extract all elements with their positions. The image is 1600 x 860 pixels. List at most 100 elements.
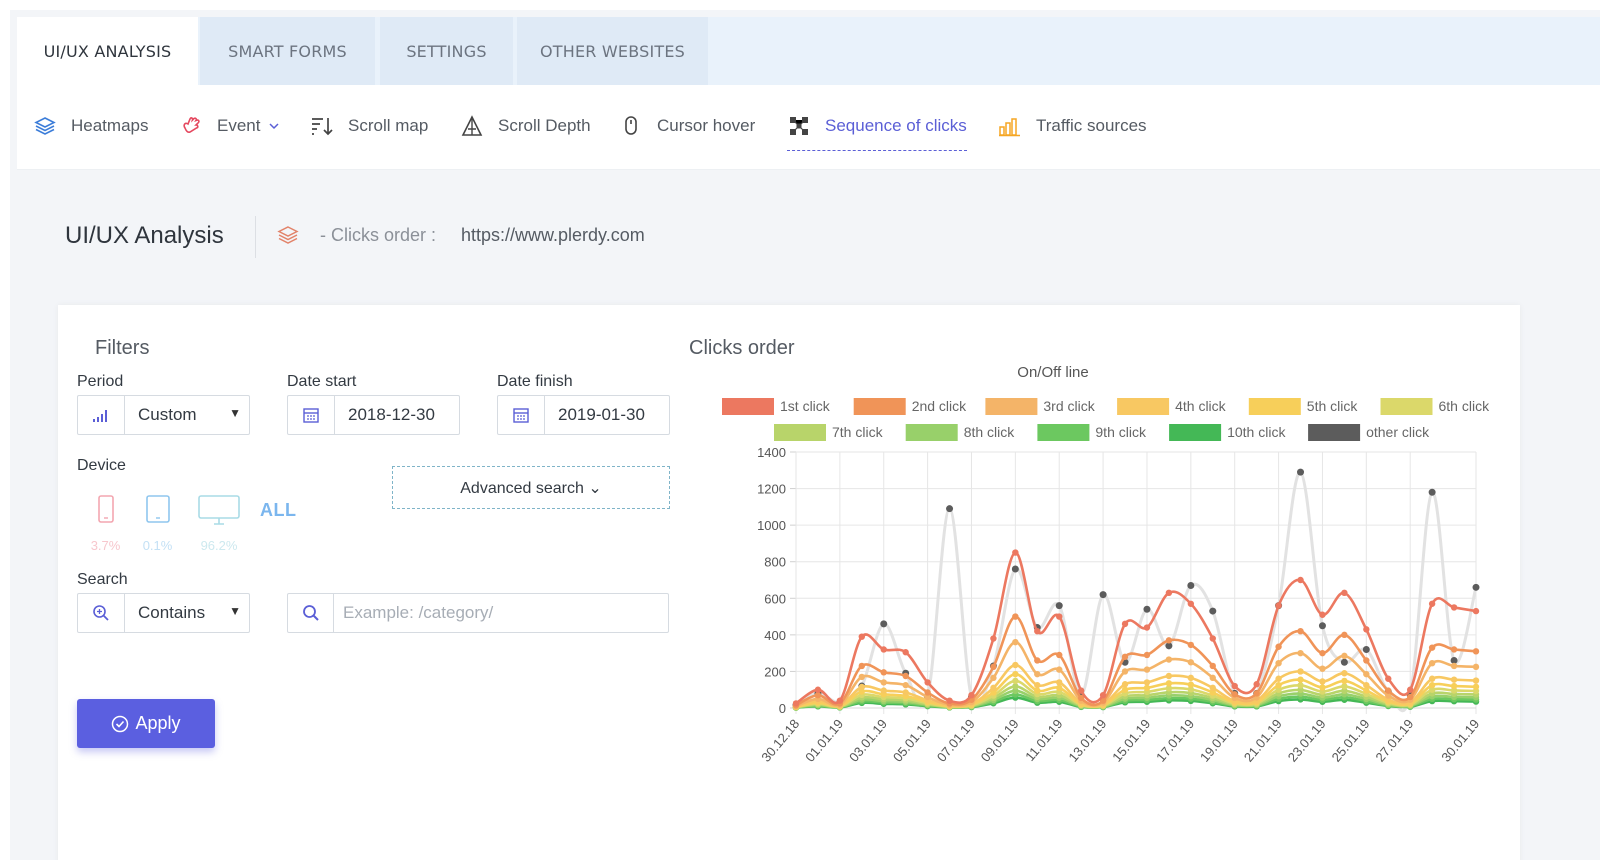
data-point	[1341, 652, 1348, 660]
data-point	[1341, 631, 1348, 639]
tab-ui-ux-analysis[interactable]: UI/UX ANALYSIS	[17, 17, 198, 85]
x-tick-label: 13.01.19	[1065, 716, 1109, 764]
nav-heatmaps[interactable]: Heatmaps	[33, 113, 148, 139]
tab-settings[interactable]: SETTINGS	[380, 17, 513, 85]
data-point	[1034, 628, 1041, 635]
date-start-field[interactable]: 2018-12-30	[287, 395, 460, 435]
legend-label: 8th click	[964, 424, 1016, 440]
data-point	[1275, 660, 1282, 667]
data-point	[990, 684, 997, 692]
data-point	[1187, 674, 1195, 682]
nav-scroll-depth[interactable]: Scroll Depth	[460, 113, 591, 139]
desktop-icon	[198, 495, 240, 530]
data-point	[880, 687, 887, 694]
search-icon	[288, 594, 334, 632]
legend-swatch	[853, 398, 906, 415]
data-point	[1187, 641, 1195, 649]
nav-label: Sequence of clicks	[825, 116, 967, 135]
legend-swatch	[1169, 424, 1222, 441]
search-field[interactable]	[287, 593, 669, 633]
data-point	[880, 620, 888, 628]
date-finish-field[interactable]: 2019-01-30	[497, 395, 670, 435]
legend-label: 3rd click	[1043, 398, 1095, 414]
data-point	[1012, 613, 1019, 620]
legend-swatch	[905, 424, 958, 441]
filters-title: Filters	[95, 337, 150, 359]
advanced-search-button[interactable]: Advanced search ⌄	[392, 466, 670, 509]
data-point	[1209, 684, 1216, 692]
legend-swatch	[985, 398, 1038, 415]
data-point	[1077, 687, 1085, 694]
y-tick-label: 600	[764, 591, 786, 606]
data-point	[902, 649, 909, 656]
data-point	[1121, 686, 1129, 693]
device-all-button[interactable]: ALL	[260, 500, 297, 521]
tab-other-websites[interactable]: OTHER WEBSITES	[517, 17, 708, 85]
nav-sequence-of-clicks[interactable]: Sequence of clicks	[787, 113, 967, 151]
data-point	[1450, 676, 1458, 683]
period-select[interactable]: Custom ▼	[77, 395, 250, 435]
device-label: Device	[77, 457, 126, 474]
data-point	[1209, 607, 1217, 615]
data-point	[1056, 613, 1063, 620]
data-point	[814, 692, 822, 699]
data-point	[1318, 622, 1326, 630]
nav-event[interactable]: Event	[179, 113, 280, 139]
calendar-icon	[498, 396, 545, 434]
device-pct: 96.2%	[200, 538, 238, 553]
data-point	[1275, 643, 1282, 650]
data-point	[990, 635, 997, 642]
data-point	[858, 633, 866, 640]
nav-traffic-sources[interactable]: Traffic sources	[998, 113, 1147, 139]
data-point	[1187, 681, 1195, 688]
data-point	[1385, 687, 1392, 694]
caret-down-icon: ▼	[229, 406, 241, 420]
x-tick-label: 01.01.19	[802, 716, 846, 764]
y-tick-label: 1200	[757, 482, 786, 497]
x-tick-label: 19.01.19	[1197, 716, 1241, 764]
data-point	[990, 674, 997, 682]
data-point	[924, 679, 931, 686]
data-point	[946, 505, 954, 513]
device-mobile[interactable]: 3.7%	[91, 495, 120, 553]
search-input[interactable]	[334, 594, 668, 632]
legend-label: 7th click	[832, 424, 884, 440]
data-point	[1450, 604, 1458, 611]
data-point	[1143, 605, 1151, 613]
signal-icon	[78, 396, 125, 434]
device-desktop[interactable]: 96.2%	[198, 495, 240, 553]
data-point	[1472, 648, 1480, 655]
date-start-label: Date start	[287, 373, 357, 390]
data-point	[1297, 668, 1304, 675]
data-point	[1034, 670, 1041, 678]
search-mode-select[interactable]: Contains ▼	[77, 593, 250, 633]
layers-icon	[277, 224, 299, 251]
page-header: UI/UX Analysis - Clicks order : https://…	[17, 170, 1600, 300]
data-point	[1297, 649, 1304, 657]
tab-smart-forms[interactable]: SMART FORMS	[200, 17, 375, 85]
data-point	[1056, 666, 1063, 673]
apply-button[interactable]: Apply	[77, 699, 215, 748]
data-point	[1055, 602, 1063, 610]
data-point	[1056, 651, 1063, 659]
data-point	[1319, 684, 1326, 691]
tablet-icon	[145, 495, 170, 528]
data-point	[1034, 687, 1041, 694]
data-point	[858, 683, 866, 691]
data-point	[1428, 681, 1436, 689]
data-point	[1121, 668, 1129, 675]
data-point	[1143, 651, 1151, 659]
x-tick-label: 30.12.18	[758, 716, 802, 764]
nav-scroll-map[interactable]: Scroll map	[310, 113, 428, 139]
data-point	[1056, 684, 1063, 692]
legend-label: 10th click	[1227, 424, 1286, 440]
data-point	[1406, 693, 1414, 701]
device-tablet[interactable]: 0.1%	[143, 495, 172, 553]
data-point	[1121, 620, 1129, 628]
data-point	[1121, 681, 1129, 688]
nav-cursor-hover[interactable]: Cursor hover	[619, 113, 755, 139]
data-point	[1056, 679, 1063, 686]
data-point	[1472, 583, 1480, 591]
data-point	[1165, 637, 1173, 644]
y-tick-label: 200	[764, 664, 786, 679]
